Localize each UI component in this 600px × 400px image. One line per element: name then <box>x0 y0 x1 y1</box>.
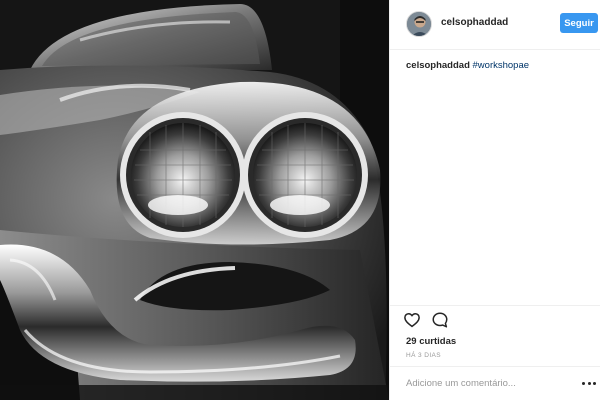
avatar[interactable] <box>406 11 432 37</box>
actions-divider <box>390 305 600 306</box>
comment-divider <box>390 366 600 367</box>
caption-username[interactable]: celsophaddad <box>406 60 470 71</box>
heart-icon[interactable] <box>402 310 422 330</box>
car-headlights-image <box>0 0 389 400</box>
header-username[interactable]: celsophaddad <box>441 17 508 28</box>
more-dots-icon[interactable] <box>582 377 596 389</box>
instagram-post: celsophaddad Seguir celsophaddad #worksh… <box>0 0 600 400</box>
comment-input[interactable] <box>406 375 566 391</box>
post-timestamp: HÁ 3 DIAS <box>406 352 442 359</box>
like-count[interactable]: 29 curtidas <box>406 336 456 347</box>
post-actions <box>402 310 450 332</box>
post-sidebar: celsophaddad Seguir celsophaddad #worksh… <box>389 0 600 400</box>
speech-bubble-icon[interactable] <box>430 310 450 330</box>
avatar-image <box>407 12 431 36</box>
post-photo[interactable] <box>0 0 389 400</box>
follow-button[interactable]: Seguir <box>560 13 598 33</box>
post-header: celsophaddad Seguir <box>390 0 600 50</box>
caption-hashtag-link[interactable]: #workshopae <box>473 60 530 71</box>
comment-row <box>406 375 596 393</box>
post-caption: celsophaddad #workshopae <box>406 59 529 72</box>
